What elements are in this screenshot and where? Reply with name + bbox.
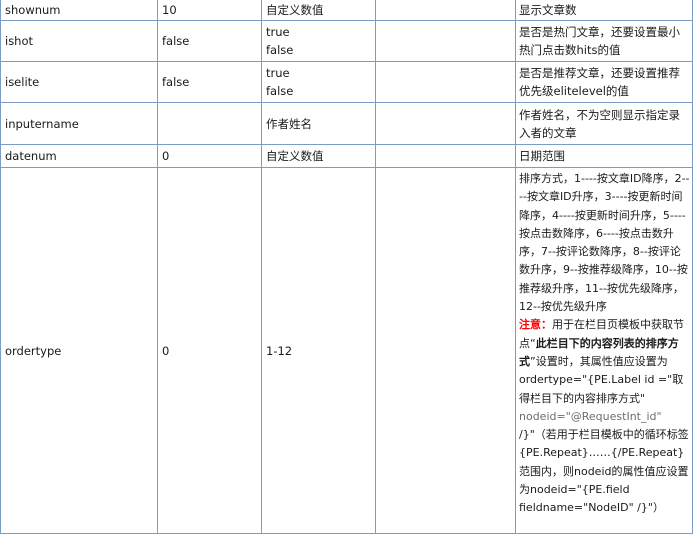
attention-text: /}"（若用于栏目模板中的循环标签{PE.Repeat}……{/PE.Repea… xyxy=(519,428,689,515)
param-value: true xyxy=(266,25,290,39)
param-default: false xyxy=(162,34,190,48)
param-default-cell: 0 xyxy=(158,145,262,168)
param-desc-cell: 作者姓名，不为空则显示指定录入者的文章 xyxy=(516,103,693,145)
table-row-ishot: ishot false true false 是否是热门文章，还要设置最小热门点… xyxy=(0,21,693,62)
param-values-cell: 自定义数值 xyxy=(262,145,376,168)
param-values-cell: 自定义数值 xyxy=(262,0,376,21)
param-values-cell: true false xyxy=(262,21,376,62)
param-values-cell: 作者姓名 xyxy=(262,103,376,145)
param-values-cell: 1-12 xyxy=(262,168,376,534)
param-value: false xyxy=(266,43,294,57)
param-value: true xyxy=(266,66,290,80)
attention-note: 注意：用于在栏目页模板中获取节点“此栏目下的内容列表的排序方式”设置时，其属性值… xyxy=(519,316,690,517)
param-name: inputername xyxy=(5,116,79,131)
param-desc: 显示文章数 xyxy=(519,3,577,17)
param-name: iselite xyxy=(5,75,40,89)
table-row-inputername: inputername 作者姓名 作者姓名，不为空则显示指定录入者的文章 xyxy=(0,103,693,145)
param-name-cell: iselite xyxy=(0,62,158,103)
attention-gray-text: nodeid="@RequestInt_id" xyxy=(519,409,662,423)
param-name: shownum xyxy=(5,3,61,17)
param-value: 自定义数值 xyxy=(266,149,324,163)
param-desc-cell: 显示文章数 xyxy=(516,0,693,21)
param-desc-cell: 是否是热门文章，还要设置最小热门点击数hits的值 xyxy=(516,21,693,62)
param-default-cell: false xyxy=(158,62,262,103)
param-name: ishot xyxy=(5,34,34,48)
param-note-cell xyxy=(376,0,516,21)
param-note-cell xyxy=(376,21,516,62)
param-name-cell: datenum xyxy=(0,145,158,168)
table-row-shownum: shownum 10 自定义数值 显示文章数 xyxy=(0,0,693,21)
parameter-table: shownum 10 自定义数值 显示文章数 ishot false true … xyxy=(0,0,693,534)
param-default: 0 xyxy=(162,343,170,358)
param-note-cell xyxy=(376,62,516,103)
param-name: datenum xyxy=(5,149,57,163)
param-desc: 日期范围 xyxy=(519,149,565,163)
param-name-cell: inputername xyxy=(0,103,158,145)
param-desc: 排序方式，1----按文章ID降序，2----按文章ID升序，3----按更新时… xyxy=(519,172,690,314)
param-name-cell: ishot xyxy=(0,21,158,62)
param-note-cell xyxy=(376,145,516,168)
param-default: false xyxy=(162,75,190,89)
param-name: ordertype xyxy=(5,343,62,358)
param-value: 1-12 xyxy=(266,343,293,358)
table-row-datenum: datenum 0 自定义数值 日期范围 xyxy=(0,145,693,168)
param-value: false xyxy=(266,84,294,98)
attention-text: ”设置时，其属性值应设置为ordertype="{PE.Label id ="取… xyxy=(519,354,684,405)
attention-label: 注意： xyxy=(519,318,552,332)
param-default-cell: false xyxy=(158,21,262,62)
param-value: 自定义数值 xyxy=(266,3,324,17)
param-default-cell: 0 xyxy=(158,168,262,534)
param-desc-cell: 日期范围 xyxy=(516,145,693,168)
param-desc: 是否是推荐文章，还要设置推荐优先级elitelevel的值 xyxy=(519,66,680,98)
param-default: 10 xyxy=(162,3,177,17)
param-values-cell: true false xyxy=(262,62,376,103)
table-row-iselite: iselite false true false 是否是推荐文章，还要设置推荐优… xyxy=(0,62,693,103)
param-desc-cell: 排序方式，1----按文章ID降序，2----按文章ID升序，3----按更新时… xyxy=(516,168,693,534)
param-default-cell: 10 xyxy=(158,0,262,21)
param-name-cell: shownum xyxy=(0,0,158,21)
param-default: 0 xyxy=(162,149,170,163)
param-note-cell xyxy=(376,168,516,534)
param-desc-cell: 是否是推荐文章，还要设置推荐优先级elitelevel的值 xyxy=(516,62,693,103)
param-desc: 作者姓名，不为空则显示指定录入者的文章 xyxy=(519,107,680,140)
param-default-cell xyxy=(158,103,262,145)
param-name-cell: ordertype xyxy=(0,168,158,534)
param-note-cell xyxy=(376,103,516,145)
table-row-ordertype: ordertype 0 1-12 排序方式，1----按文章ID降序，2----… xyxy=(0,168,693,534)
param-value: 作者姓名 xyxy=(266,116,312,131)
param-desc: 是否是热门文章，还要设置最小热门点击数hits的值 xyxy=(519,25,680,57)
